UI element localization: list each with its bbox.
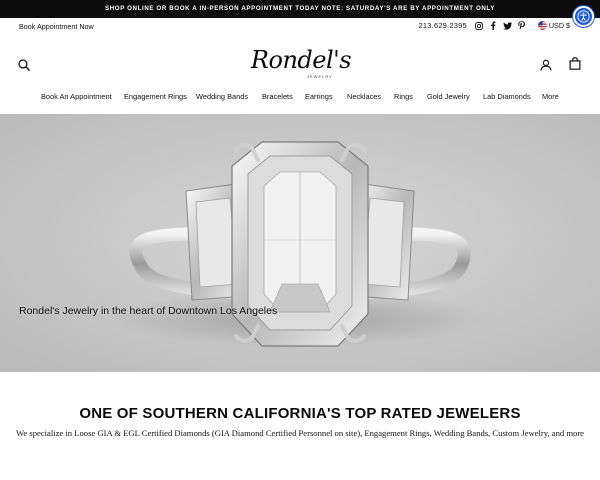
cart-icon[interactable] [569,57,581,75]
twitter-icon[interactable] [502,21,512,30]
main-nav: Book An Appointment Engagement Rings Wed… [0,88,600,106]
phone-number[interactable]: 213.629.2395 [419,21,467,30]
ring-image [110,141,490,347]
site-header: Rondel's JEWELRY [0,36,600,88]
logo-subtext: JEWELRY [307,74,333,79]
section-description: We specialize in Loose GIA & EGL Certifi… [16,428,584,438]
logo-text: Rondel's [250,46,352,74]
section-headline: ONE OF SOUTHERN CALIFORNIA'S TOP RATED J… [79,405,521,422]
accessibility-icon [577,10,590,23]
instagram-icon[interactable] [475,21,484,30]
nav-wedding-bands[interactable]: Wedding Bands [196,92,248,101]
search-icon[interactable] [18,58,30,76]
nav-necklaces[interactable]: Necklaces [347,92,381,101]
hero-caption: Rondel's Jewelry in the heart of Downtow… [19,305,278,317]
announcement-bar: SHOP ONLINE OR BOOK A IN-PERSON APPOINTM… [0,0,600,18]
hero-banner[interactable]: Rondel's Jewelry in the heart of Downtow… [0,114,600,372]
utility-right: 213.629.2395 USD $ [419,21,570,30]
nav-more[interactable]: More [542,92,559,101]
nav-rings[interactable]: Rings [394,92,413,101]
site-logo[interactable]: Rondel's JEWELRY [247,46,355,84]
currency-label: USD $ [548,21,570,30]
accessibility-button[interactable] [573,6,594,27]
book-appointment-link[interactable]: Book Appointment Now [19,22,94,31]
nav-bracelets[interactable]: Bracelets [262,92,293,101]
nav-lab-diamonds[interactable]: Lab Diamonds [483,92,531,101]
nav-earrings[interactable]: Earrings [305,92,333,101]
currency-selector[interactable]: USD $ [537,21,570,30]
utility-bar: Book Appointment Now 213.629.2395 USD $ [0,18,600,36]
nav-book-appointment[interactable]: Book An Appointment [41,92,112,101]
facebook-icon[interactable] [489,21,498,30]
us-flag-icon [537,21,547,30]
pinterest-icon[interactable] [517,21,526,30]
nav-gold-jewelry[interactable]: Gold Jewelry [427,92,470,101]
account-icon[interactable] [540,58,552,76]
nav-engagement-rings[interactable]: Engagement Rings [124,92,187,101]
